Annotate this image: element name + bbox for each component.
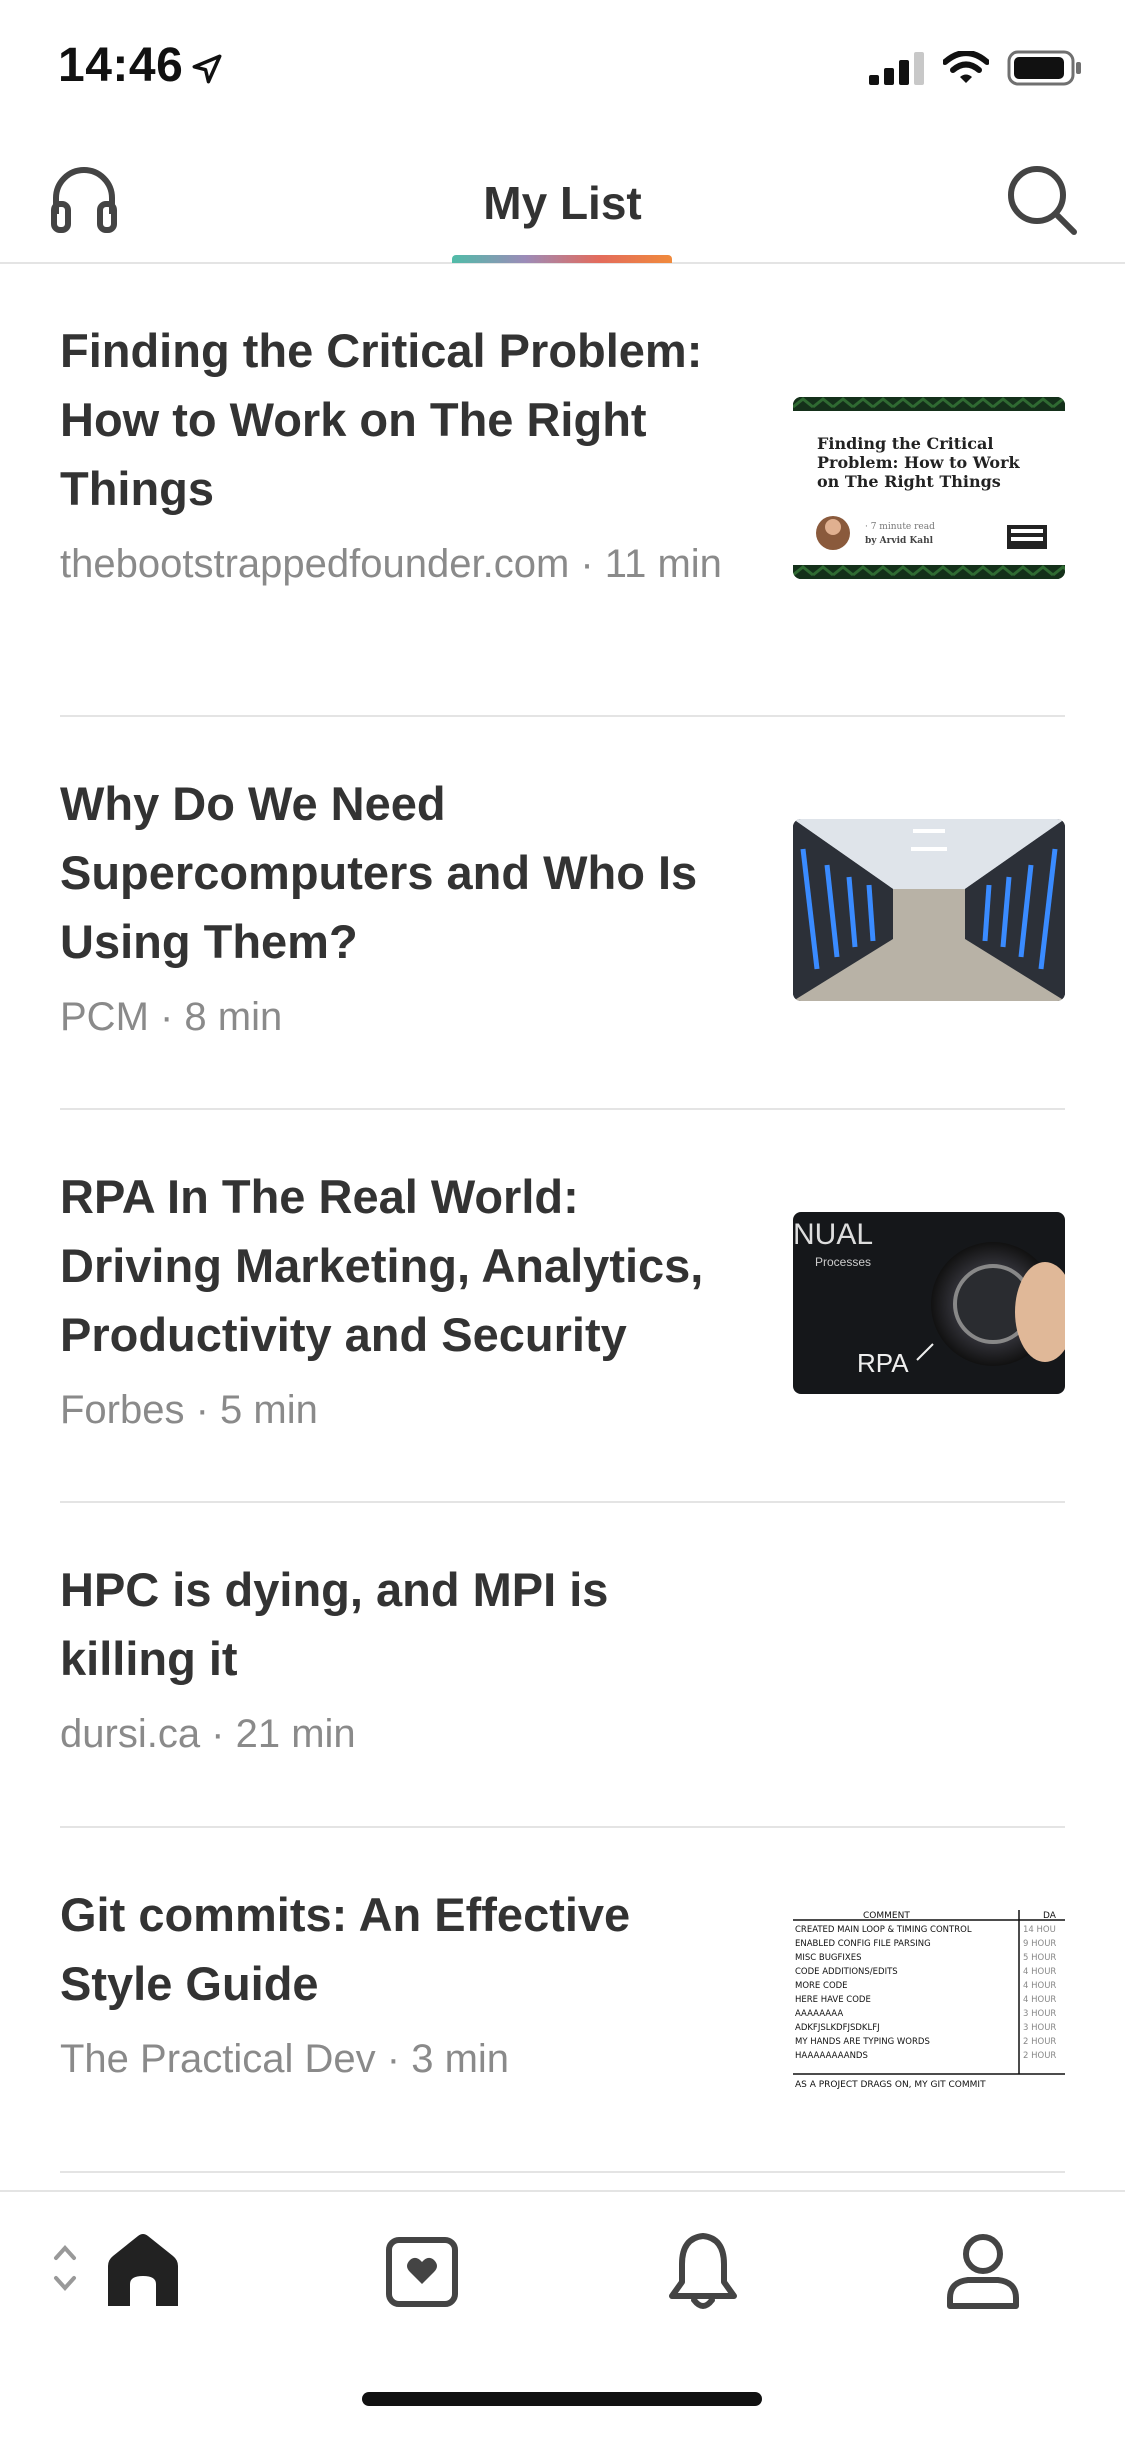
- page-title: My List: [483, 177, 642, 229]
- cellular-signal-icon: [869, 52, 924, 85]
- article-meta: Forbes · 5 min: [60, 1388, 318, 1432]
- active-tab-indicator: [452, 255, 672, 263]
- svg-text:3 HOUR: 3 HOUR: [1023, 2023, 1056, 2033]
- article-meta: dursi.ca · 21 min: [60, 1712, 356, 1756]
- location-arrow-icon: [192, 54, 222, 84]
- svg-text:9 HOUR: 9 HOUR: [1023, 1939, 1056, 1949]
- svg-text:2 HOUR: 2 HOUR: [1023, 2037, 1056, 2047]
- svg-text:ENABLED CONFIG FILE PARSING: ENABLED CONFIG FILE PARSING: [795, 1939, 931, 1949]
- svg-text:MORE CODE: MORE CODE: [795, 1981, 848, 1991]
- tab-notifications-icon[interactable]: [658, 2226, 748, 2316]
- article-title: Finding the Critical Problem: How to Wor…: [60, 324, 703, 515]
- svg-text:HAAAAAAAANDS: HAAAAAAAANDS: [795, 2051, 868, 2061]
- svg-text:CODE ADDITIONS/EDITS: CODE ADDITIONS/EDITS: [795, 1967, 898, 1977]
- list-item[interactable]: Git commits: An Effective Style Guide Th…: [60, 1828, 1065, 2173]
- thumbnail-image: [793, 819, 1065, 1001]
- svg-text:Problem: How to Work: Problem: How to Work: [817, 453, 1021, 472]
- svg-text:AS A PROJECT DRAGS ON, MY GIT: AS A PROJECT DRAGS ON, MY GIT COMMIT: [795, 2080, 986, 2090]
- svg-text:4 HOUR: 4 HOUR: [1023, 1981, 1056, 1991]
- header: My List: [0, 140, 1125, 264]
- svg-text:on The Right Things: on The Right Things: [817, 472, 1001, 491]
- thumbnail-image: NUAL Processes RPA: [793, 1212, 1065, 1394]
- thumbnail-image: COMMENT DA CREATED MAIN LOOP & TIMING CO…: [793, 1910, 1065, 2092]
- wifi-icon: [943, 51, 989, 83]
- tab-home-icon[interactable]: [98, 2226, 188, 2316]
- article-title: Why Do We Need Supercomputers and Who Is…: [60, 777, 698, 968]
- article-thumbnail: [793, 819, 1065, 1001]
- list-item[interactable]: Finding the Critical Problem: How to Wor…: [60, 264, 1065, 717]
- svg-text:MY HANDS ARE TYPING WORDS: MY HANDS ARE TYPING WORDS: [795, 2037, 930, 2047]
- list-item[interactable]: Why Do We Need Supercomputers and Who Is…: [60, 717, 1065, 1110]
- svg-text:MISC BUGFIXES: MISC BUGFIXES: [795, 1953, 862, 1963]
- article-title: RPA In The Real World: Driving Marketing…: [60, 1170, 704, 1361]
- svg-text:COMMENT: COMMENT: [863, 1911, 910, 1921]
- expand-collapse-icon[interactable]: [52, 2238, 78, 2298]
- svg-text:DA: DA: [1043, 1911, 1057, 1921]
- article-text: Git commits: An Effective Style Guide Th…: [60, 1880, 730, 2090]
- list-item[interactable]: RPA In The Real World: Driving Marketing…: [60, 1110, 1065, 1503]
- svg-text:AAAAAAAA: AAAAAAAA: [795, 2009, 843, 2019]
- article-text: Why Do We Need Supercomputers and Who Is…: [60, 769, 730, 1048]
- svg-text:HERE HAVE CODE: HERE HAVE CODE: [795, 1995, 871, 2005]
- article-thumbnail: NUAL Processes RPA: [793, 1212, 1065, 1394]
- svg-text:ADKFJSLKDFJSDKLFJ: ADKFJSLKDFJSDKLFJ: [795, 2023, 880, 2033]
- thumbnail-image: Finding the Critical Problem: How to Wor…: [793, 397, 1065, 579]
- article-meta: The Practical Dev · 3 min: [60, 2037, 510, 2081]
- article-list: Finding the Critical Problem: How to Wor…: [0, 264, 1125, 2173]
- svg-text:2 HOUR: 2 HOUR: [1023, 2051, 1056, 2061]
- svg-text:4 HOUR: 4 HOUR: [1023, 1967, 1056, 1977]
- home-indicator: [362, 2392, 762, 2406]
- svg-text:5 HOUR: 5 HOUR: [1023, 1953, 1056, 1963]
- article-meta: thebootstrappedfounder.com · 11 min: [60, 542, 722, 586]
- svg-text:· 7 minute read: · 7 minute read: [865, 522, 935, 532]
- article-title: HPC is dying, and MPI is killing it: [60, 1563, 609, 1685]
- svg-text:Processes: Processes: [815, 1255, 871, 1269]
- status-bar: 14:46: [0, 0, 1125, 140]
- battery-icon: [1007, 50, 1081, 86]
- svg-text:Finding the Critical: Finding the Critical: [817, 434, 993, 453]
- status-indicators: [869, 50, 1083, 86]
- article-text: RPA In The Real World: Driving Marketing…: [60, 1162, 730, 1441]
- search-icon[interactable]: [1004, 162, 1080, 238]
- status-time: 14:46: [58, 39, 184, 92]
- article-thumbnail: Finding the Critical Problem: How to Wor…: [793, 397, 1065, 579]
- svg-text:by Arvid Kahl: by Arvid Kahl: [865, 536, 934, 546]
- svg-text:14 HOU: 14 HOU: [1023, 1925, 1056, 1935]
- svg-text:CREATED MAIN LOOP & TIMING CON: CREATED MAIN LOOP & TIMING CONTROL: [795, 1925, 972, 1935]
- article-text: HPC is dying, and MPI is killing it durs…: [60, 1555, 730, 1765]
- article-thumbnail: COMMENT DA CREATED MAIN LOOP & TIMING CO…: [793, 1910, 1065, 2092]
- svg-text:NUAL: NUAL: [793, 1218, 873, 1251]
- svg-text:4 HOUR: 4 HOUR: [1023, 1995, 1056, 2005]
- list-item[interactable]: HPC is dying, and MPI is killing it durs…: [60, 1503, 1065, 1828]
- svg-text:RPA: RPA: [857, 1348, 909, 1378]
- svg-text:3 HOUR: 3 HOUR: [1023, 2009, 1056, 2019]
- tab-pocket-icon[interactable]: [377, 2226, 467, 2316]
- article-text: Finding the Critical Problem: How to Wor…: [60, 316, 730, 595]
- article-title: Git commits: An Effective Style Guide: [60, 1888, 631, 2010]
- article-meta: PCM · 8 min: [60, 995, 283, 1039]
- tab-profile-icon[interactable]: [938, 2226, 1028, 2316]
